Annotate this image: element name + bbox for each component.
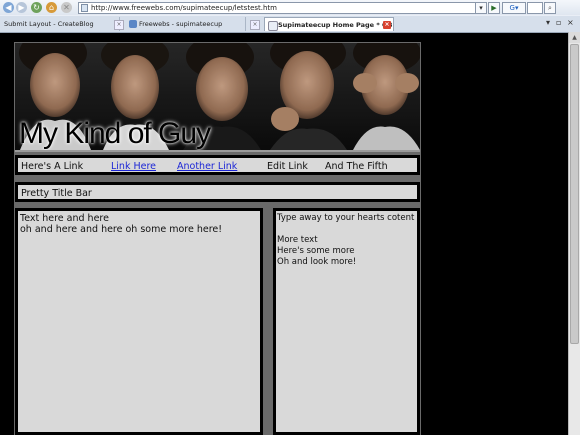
browser-chrome: ◀ ▶ ↻ ⌂ ✕ http://www.freewebs.com/supima… bbox=[0, 0, 580, 33]
main-text-line-2: oh and here and here oh some more here! bbox=[20, 224, 223, 235]
search-icon[interactable]: ⌕ bbox=[544, 2, 556, 14]
title-bar-text: Pretty Title Bar bbox=[21, 188, 92, 199]
sidebar-text-line-4: Oh and look more! bbox=[277, 257, 357, 267]
reload-icon[interactable]: ↻ bbox=[31, 2, 42, 13]
search-engine-icon[interactable]: G▾ bbox=[502, 2, 526, 14]
scroll-thumb[interactable] bbox=[570, 44, 579, 344]
sidebar-text-line-1: Type away to your hearts cotent bbox=[277, 213, 415, 223]
page-layout: My Kind of Guy Here's A Link Link Here A… bbox=[14, 42, 421, 435]
stop-icon[interactable]: ✕ bbox=[61, 2, 72, 13]
tab-close-icon[interactable]: × bbox=[250, 20, 260, 30]
go-icon[interactable]: ▶ bbox=[488, 2, 500, 14]
minimize-icon[interactable]: ▾ bbox=[546, 18, 550, 27]
window-close-icon[interactable]: × bbox=[567, 18, 574, 27]
page-icon bbox=[268, 21, 278, 31]
back-icon[interactable]: ◀ bbox=[3, 2, 14, 13]
sidebar-text-line-2: More text bbox=[277, 235, 318, 245]
tab-createblog[interactable]: Submit Layout - CreateBlog bbox=[0, 17, 120, 31]
forward-icon[interactable]: ▶ bbox=[16, 2, 27, 13]
browser-toolbar: ◀ ▶ ↻ ⌂ ✕ http://www.freewebs.com/supima… bbox=[0, 0, 580, 15]
vertical-scrollbar[interactable]: ▲ bbox=[568, 32, 580, 435]
banner-title: My Kind of Guy bbox=[19, 117, 211, 150]
home-icon[interactable]: ⌂ bbox=[46, 2, 57, 13]
tab-close-icon[interactable]: × bbox=[114, 20, 124, 30]
nav-link-5[interactable]: And The Fifth bbox=[325, 161, 388, 172]
scroll-up-icon[interactable]: ▲ bbox=[569, 32, 580, 43]
nav-bar: Here's A Link Link Here Another Link Edi… bbox=[15, 155, 420, 175]
main-content-box: Text here and here oh and here and here … bbox=[15, 208, 263, 435]
tab-strip: Submit Layout - CreateBlog × Freewebs - … bbox=[0, 16, 580, 32]
address-text: http://www.freewebs.com/supimateecup/let… bbox=[91, 4, 277, 12]
sidebar-text-line-3: Here's some more bbox=[277, 246, 355, 256]
nav-link-4[interactable]: Edit Link bbox=[267, 161, 308, 172]
address-bar[interactable]: http://www.freewebs.com/supimateecup/let… bbox=[78, 2, 487, 14]
freewebs-icon bbox=[129, 20, 137, 28]
title-bar: Pretty Title Bar bbox=[15, 182, 420, 202]
nav-link-2[interactable]: Link Here bbox=[111, 161, 156, 172]
page-icon bbox=[81, 4, 88, 12]
tab-freewebs[interactable]: Freewebs - supimateecup bbox=[126, 17, 246, 31]
tab-supimateecup[interactable]: Supimateecup Home Page * OB T... × bbox=[264, 17, 394, 31]
header-banner: My Kind of Guy bbox=[15, 43, 420, 152]
nav-link-1[interactable]: Here's A Link bbox=[21, 161, 83, 172]
sidebar-box: Type away to your hearts cotent More tex… bbox=[273, 208, 420, 435]
search-input[interactable] bbox=[527, 2, 543, 14]
close-icon[interactable]: × bbox=[383, 21, 391, 29]
dropdown-icon[interactable]: ▾ bbox=[475, 2, 487, 14]
nav-link-3[interactable]: Another Link bbox=[177, 161, 237, 172]
restore-icon[interactable]: ▫ bbox=[556, 18, 561, 27]
main-text-line-1: Text here and here bbox=[20, 213, 109, 224]
